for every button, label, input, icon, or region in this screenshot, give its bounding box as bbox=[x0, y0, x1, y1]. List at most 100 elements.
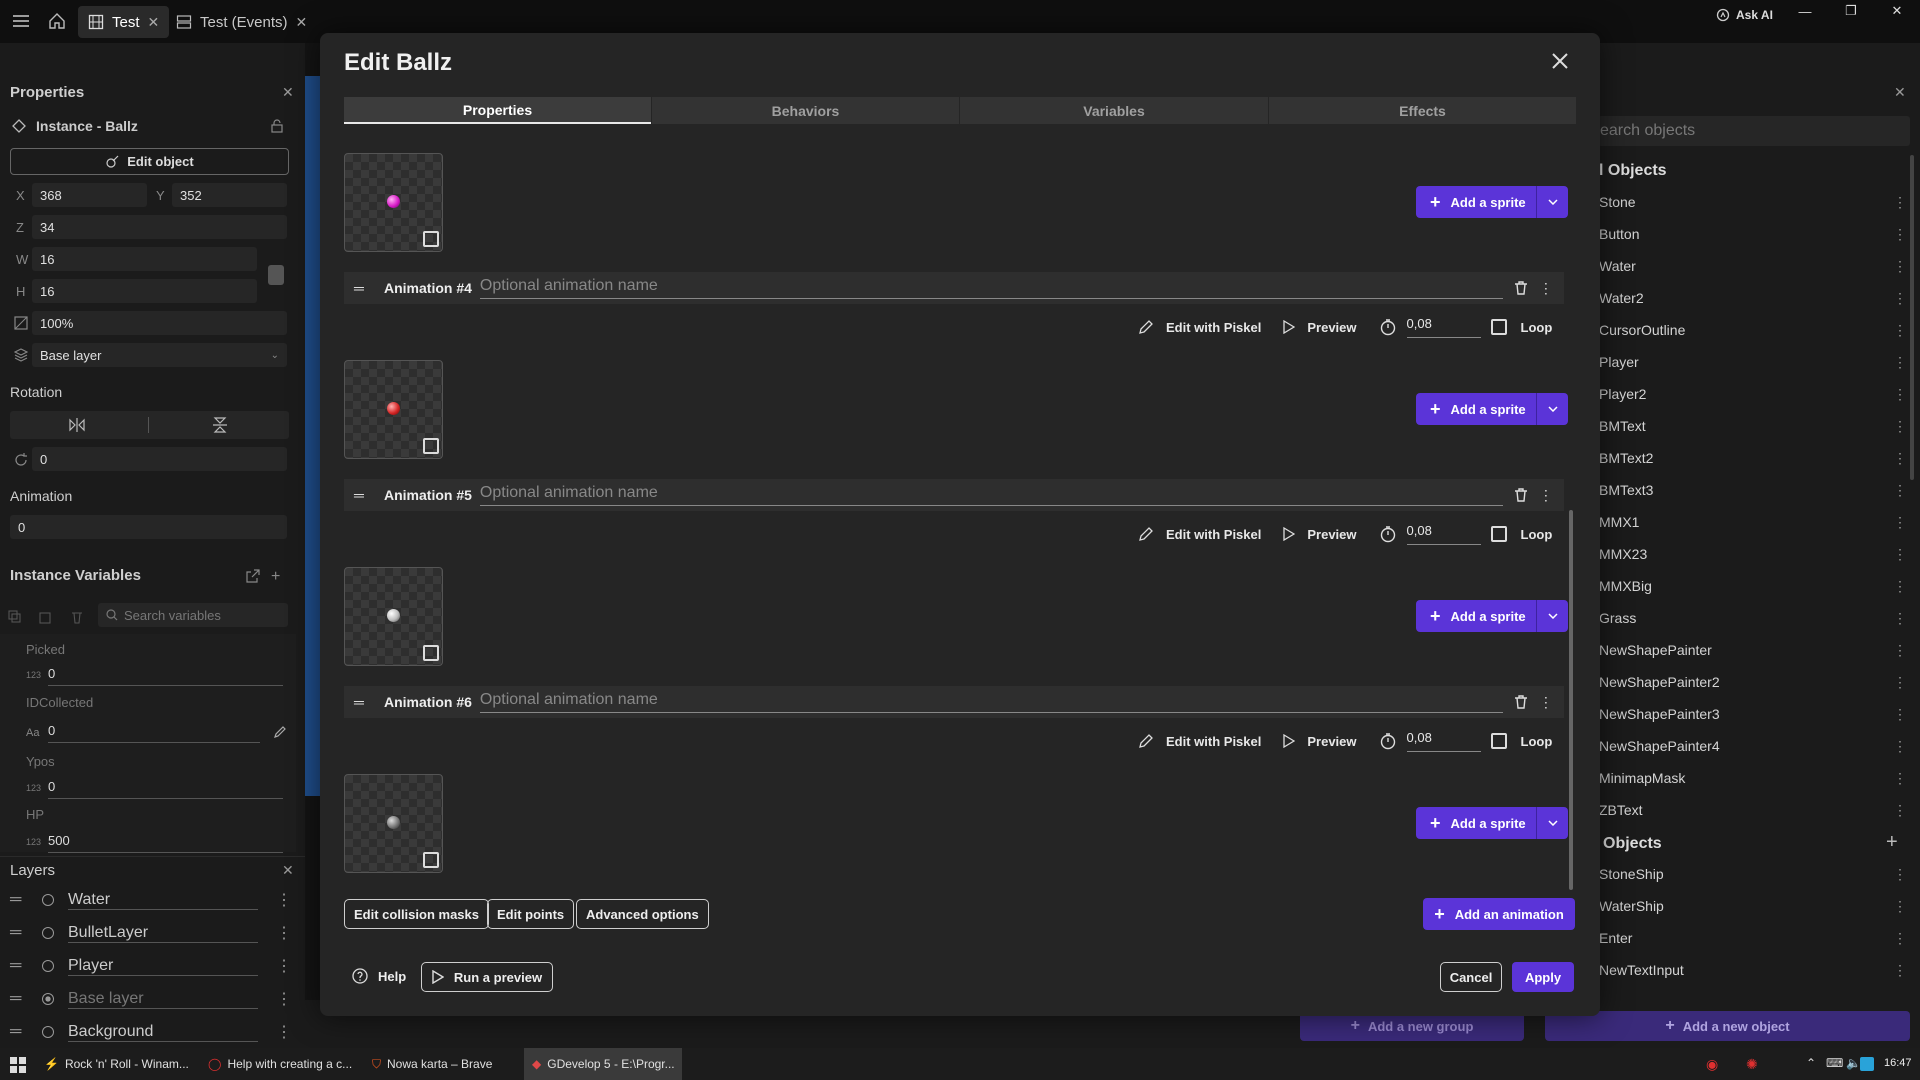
visibility-icon[interactable] bbox=[42, 960, 54, 972]
sprite-thumbnail[interactable] bbox=[344, 567, 443, 666]
animation-name-input[interactable]: Optional animation name bbox=[479, 691, 1503, 713]
y-field[interactable]: 352 bbox=[172, 183, 287, 207]
tray-app-icon[interactable]: ◉ bbox=[1706, 1056, 1718, 1073]
more-icon[interactable]: ⋮ bbox=[276, 956, 292, 976]
chevron-down-icon[interactable] bbox=[1536, 807, 1568, 839]
search-objects-field[interactable]: earch objects bbox=[1598, 116, 1910, 146]
animation-field[interactable]: 0 bbox=[10, 515, 287, 539]
layer-row[interactable]: ═ Background ⋮ bbox=[0, 1016, 300, 1048]
add-global-object-icon[interactable]: + bbox=[1886, 831, 1898, 854]
chevron-up-icon[interactable]: ⌃ bbox=[1806, 1056, 1816, 1070]
flip-horizontal-icon[interactable] bbox=[68, 417, 86, 433]
object-item[interactable]: WaterShip bbox=[1599, 898, 1664, 914]
more-icon[interactable]: ⋮ bbox=[1893, 802, 1907, 819]
visibility-icon[interactable] bbox=[42, 894, 54, 906]
chevron-down-icon[interactable] bbox=[1536, 393, 1568, 425]
minimize-button[interactable]: — bbox=[1782, 0, 1828, 22]
object-item[interactable]: MinimapMask bbox=[1599, 770, 1685, 786]
window-close-button[interactable]: ✕ bbox=[1874, 0, 1920, 22]
tray-app-icon[interactable]: ✺ bbox=[1746, 1056, 1758, 1073]
variable-value-field[interactable]: 0 bbox=[48, 779, 283, 799]
z-field[interactable]: 34 bbox=[32, 215, 287, 239]
more-icon[interactable]: ⋮ bbox=[1893, 578, 1907, 595]
more-icon[interactable]: ⋮ bbox=[1893, 258, 1907, 275]
scene-canvas[interactable] bbox=[305, 76, 320, 796]
home-icon[interactable] bbox=[48, 12, 66, 30]
object-item[interactable]: BMText3 bbox=[1599, 482, 1653, 498]
more-icon[interactable]: ⋮ bbox=[1893, 194, 1907, 211]
visibility-icon[interactable] bbox=[42, 993, 54, 1005]
layer-row[interactable]: ═ Player ⋮ bbox=[0, 950, 300, 982]
edit-object-button[interactable]: Edit object bbox=[10, 148, 289, 175]
sprite-checkbox[interactable] bbox=[423, 852, 439, 868]
object-item[interactable]: CursorOutline bbox=[1599, 322, 1685, 338]
tab-variables[interactable]: Variables bbox=[960, 97, 1268, 124]
object-item[interactable]: NewShapePainter4 bbox=[1599, 738, 1720, 754]
object-item[interactable]: MMX23 bbox=[1599, 546, 1647, 562]
add-animation-button[interactable]: + Add an animation bbox=[1423, 898, 1575, 930]
sprite-thumbnail[interactable] bbox=[344, 774, 443, 873]
object-item[interactable]: MMXBig bbox=[1599, 578, 1652, 594]
copy-icon[interactable] bbox=[8, 610, 22, 624]
more-icon[interactable]: ⋮ bbox=[1893, 674, 1907, 691]
variable-value-field[interactable]: 500 bbox=[48, 833, 283, 853]
volume-icon[interactable]: 🔈 bbox=[1846, 1056, 1861, 1070]
more-icon[interactable]: ⋮ bbox=[1893, 610, 1907, 627]
more-icon[interactable]: ⋮ bbox=[1893, 322, 1907, 339]
tab-test[interactable]: Test ✕ bbox=[78, 6, 170, 38]
drag-handle-icon[interactable]: ═ bbox=[354, 694, 384, 710]
object-item[interactable]: NewTextInput bbox=[1599, 962, 1684, 978]
chevron-down-icon[interactable] bbox=[1536, 600, 1568, 632]
sprite-thumbnail[interactable] bbox=[344, 153, 443, 252]
taskbar-item-help[interactable]: ◯ Help with creating a c... bbox=[200, 1048, 360, 1080]
tab-test-events[interactable]: Test (Events) ✕ bbox=[166, 6, 317, 38]
object-item[interactable]: Water2 bbox=[1599, 290, 1644, 306]
more-icon[interactable]: ⋮ bbox=[1893, 418, 1907, 435]
add-variable-icon[interactable]: + bbox=[271, 568, 280, 586]
drag-handle-icon[interactable]: ═ bbox=[10, 957, 42, 975]
preview-button[interactable]: Preview bbox=[1307, 734, 1356, 749]
tab-effects[interactable]: Effects bbox=[1269, 97, 1576, 124]
visibility-icon[interactable] bbox=[42, 927, 54, 939]
run-preview-button[interactable]: Run a preview bbox=[421, 962, 553, 992]
more-icon[interactable]: ⋮ bbox=[1893, 226, 1907, 243]
loop-checkbox[interactable] bbox=[1490, 733, 1507, 749]
more-icon[interactable]: ⋮ bbox=[1893, 962, 1907, 979]
trash-icon[interactable] bbox=[1513, 280, 1529, 296]
sprite-checkbox[interactable] bbox=[423, 438, 439, 454]
drag-handle-icon[interactable]: ═ bbox=[10, 891, 42, 909]
more-icon[interactable]: ⋮ bbox=[1893, 514, 1907, 531]
lock-icon[interactable] bbox=[270, 119, 284, 133]
add-sprite-button[interactable]: + Add a sprite bbox=[1416, 186, 1568, 218]
object-item[interactable]: MMX1 bbox=[1599, 514, 1639, 530]
loop-checkbox[interactable] bbox=[1490, 319, 1507, 335]
x-field[interactable]: 368 bbox=[32, 183, 147, 207]
tab-behaviors[interactable]: Behaviors bbox=[652, 97, 959, 124]
ask-ai-button[interactable]: Ask AI bbox=[1716, 8, 1773, 22]
more-icon[interactable]: ⋮ bbox=[276, 923, 292, 943]
windows-start-icon[interactable] bbox=[10, 1057, 26, 1073]
tray-app-icon[interactable] bbox=[1860, 1057, 1874, 1071]
object-item[interactable]: Enter bbox=[1599, 930, 1632, 946]
tab-properties[interactable]: Properties bbox=[344, 97, 651, 124]
add-object-button[interactable]: + Add a new object bbox=[1545, 1011, 1910, 1041]
drag-handle-icon[interactable]: ═ bbox=[10, 924, 42, 942]
more-icon[interactable]: ⋮ bbox=[1893, 738, 1907, 755]
delete-icon[interactable] bbox=[70, 610, 84, 624]
object-item[interactable]: Stone bbox=[1599, 194, 1636, 210]
opacity-field[interactable]: 100% bbox=[32, 311, 287, 335]
more-icon[interactable]: ⋮ bbox=[276, 1022, 292, 1042]
more-icon[interactable]: ⋮ bbox=[1893, 898, 1907, 915]
variable-value-field[interactable]: 0 bbox=[48, 666, 283, 686]
w-field[interactable]: 16 bbox=[32, 247, 257, 271]
h-field[interactable]: 16 bbox=[32, 279, 257, 303]
cancel-button[interactable]: Cancel bbox=[1440, 962, 1502, 992]
time-between-frames-field[interactable]: 0,08 bbox=[1406, 523, 1481, 545]
more-icon[interactable]: ⋮ bbox=[276, 989, 292, 1009]
more-icon[interactable]: ⋮ bbox=[1893, 450, 1907, 467]
object-item[interactable]: Grass bbox=[1599, 610, 1636, 626]
object-item[interactable]: Player2 bbox=[1599, 386, 1646, 402]
close-icon[interactable]: ✕ bbox=[148, 14, 160, 31]
angle-field[interactable]: 0 bbox=[32, 447, 287, 471]
object-item[interactable]: Player bbox=[1599, 354, 1639, 370]
